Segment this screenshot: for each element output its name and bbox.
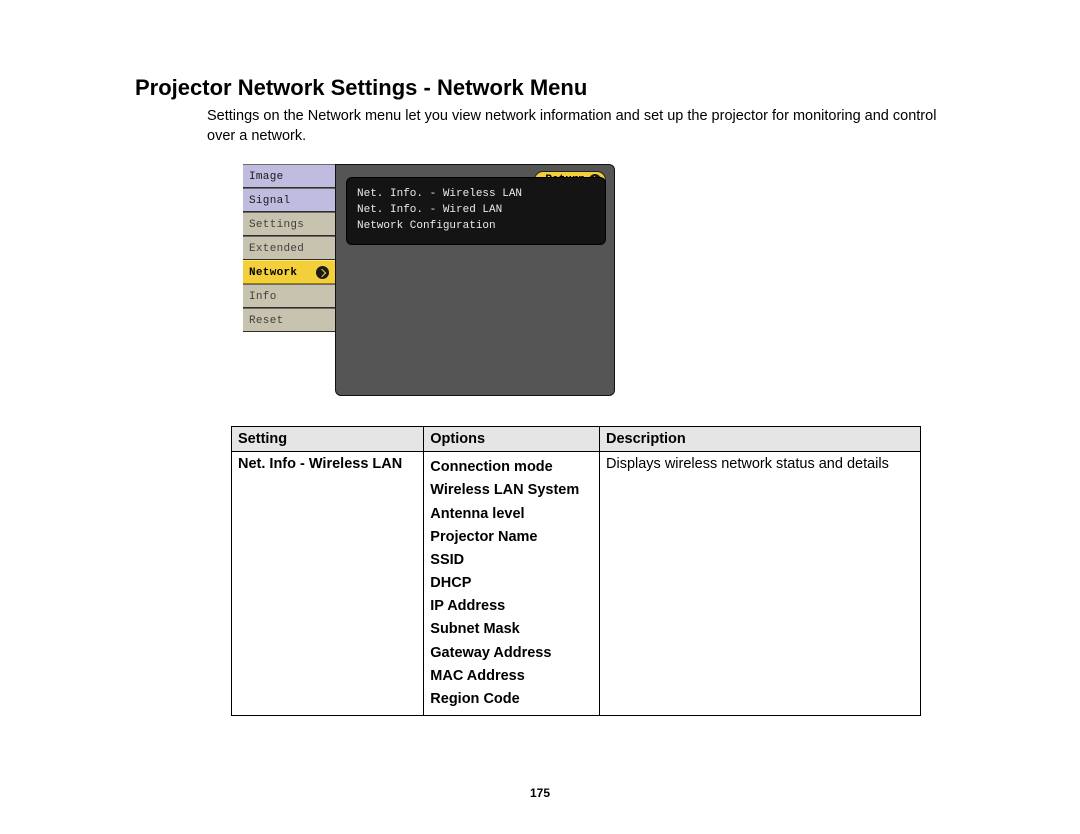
option-item: IP Address	[430, 595, 593, 618]
osd-submenu-item[interactable]: Net. Info. - Wired LAN	[357, 202, 595, 218]
osd-submenu-item[interactable]: Net. Info. - Wireless LAN	[357, 186, 595, 202]
table-header-row: Setting Options Description	[232, 427, 921, 452]
osd-sidebar-item[interactable]: Info	[243, 284, 335, 308]
cell-setting: Net. Info - Wireless LAN	[232, 452, 424, 716]
cell-options: Connection modeWireless LAN SystemAntenn…	[424, 452, 600, 716]
option-item: Region Code	[430, 688, 593, 711]
cell-description: Displays wireless network status and det…	[600, 452, 921, 716]
osd-submenu-item[interactable]: Network Configuration	[357, 218, 595, 234]
page-number: 175	[0, 786, 1080, 800]
option-item: SSID	[430, 549, 593, 572]
option-item: Wireless LAN System	[430, 479, 593, 502]
osd-sidebar-item[interactable]: Settings	[243, 212, 335, 236]
osd-sidebar-item[interactable]: Network	[243, 260, 335, 284]
col-header-options: Options	[424, 427, 600, 452]
enter-icon	[316, 266, 329, 279]
settings-table: Setting Options Description Net. Info - …	[231, 426, 921, 716]
page-title: Projector Network Settings - Network Men…	[135, 75, 950, 101]
projector-osd-screenshot: ImageSignalSettingsExtendedNetworkInfoRe…	[243, 164, 615, 396]
osd-submenu-panel: Net. Info. - Wireless LANNet. Info. - Wi…	[346, 177, 606, 245]
osd-sidebar-item[interactable]: Image	[243, 164, 335, 188]
osd-sidebar-item[interactable]: Reset	[243, 308, 335, 332]
osd-panel-area: Return Net. Info. - Wireless LANNet. Inf…	[335, 164, 615, 396]
osd-sidebar-item[interactable]: Signal	[243, 188, 335, 212]
osd-sidebar: ImageSignalSettingsExtendedNetworkInfoRe…	[243, 164, 335, 332]
option-item: MAC Address	[430, 665, 593, 688]
option-item: Subnet Mask	[430, 618, 593, 641]
table-row: Net. Info - Wireless LAN Connection mode…	[232, 452, 921, 716]
option-item: Connection mode	[430, 456, 593, 479]
option-item: DHCP	[430, 572, 593, 595]
option-item: Projector Name	[430, 526, 593, 549]
col-header-setting: Setting	[232, 427, 424, 452]
osd-sidebar-item[interactable]: Extended	[243, 236, 335, 260]
option-item: Antenna level	[430, 503, 593, 526]
col-header-description: Description	[600, 427, 921, 452]
intro-text: Settings on the Network menu let you vie…	[207, 107, 967, 146]
option-item: Gateway Address	[430, 642, 593, 665]
